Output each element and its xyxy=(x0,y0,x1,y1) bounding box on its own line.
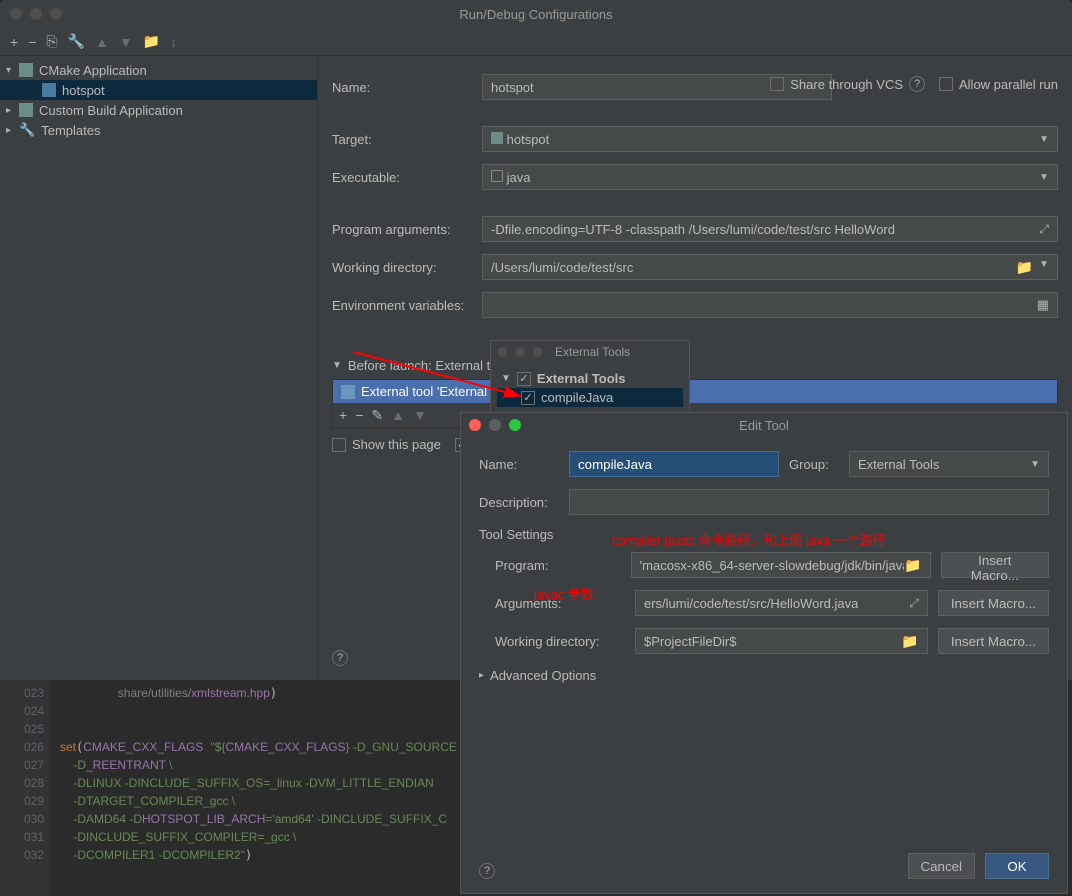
edit-program-input[interactable]: 'macosx-x86_64-server-slowdebug/jdk/bin/… xyxy=(631,552,931,578)
edit-name-input[interactable] xyxy=(569,451,779,477)
chevron-down-icon[interactable]: ▼ xyxy=(1039,259,1049,276)
edit-titlebar: Edit Tool xyxy=(461,413,1067,437)
chevron-down-icon: ▼ xyxy=(1030,459,1040,470)
dialog-title: Run/Debug Configurations xyxy=(0,7,1072,22)
edit-args-input[interactable]: ers/lumi/code/test/src/HelloWord.java ⤢ xyxy=(635,590,928,616)
share-vcs-checkbox[interactable]: Share through VCS ? xyxy=(770,76,925,92)
add-icon[interactable]: + xyxy=(339,407,347,424)
edit-group-select[interactable]: External Tools ▼ xyxy=(849,451,1049,477)
help-icon[interactable]: ? xyxy=(479,863,495,879)
wrench-icon[interactable]: 🔧 xyxy=(68,33,85,50)
popup-title: External Tools xyxy=(555,345,630,359)
maximize-icon[interactable] xyxy=(533,347,543,357)
cmake-icon xyxy=(42,83,56,97)
edit-desc-input[interactable] xyxy=(569,489,1049,515)
help-icon[interactable]: ? xyxy=(332,650,348,666)
annotation-text: complier javac 命令路径，和上图 java 一个路径 xyxy=(612,530,886,549)
edit-desc-label: Description: xyxy=(479,495,559,510)
up-icon[interactable]: ▲ xyxy=(391,407,405,424)
annotation-text: javac 参数 xyxy=(534,584,594,603)
folder-icon[interactable]: 📁 xyxy=(901,633,918,650)
advanced-options[interactable]: ▸ Advanced Options xyxy=(479,668,1049,683)
edit-tool-dialog: Edit Tool Name: Group: External Tools ▼ … xyxy=(460,412,1068,894)
tree-cmake-application[interactable]: CMake Application xyxy=(0,60,317,80)
edit-workdir-label: Working directory: xyxy=(495,634,625,649)
sort-icon[interactable]: ↕ xyxy=(170,34,177,50)
tree-label: Templates xyxy=(41,123,100,138)
line-gutter: 023024025026027028029030031032 xyxy=(0,680,50,896)
exe-icon xyxy=(491,170,503,182)
add-icon[interactable]: + xyxy=(10,34,18,50)
config-tree: CMake Application hotspot Custom Build A… xyxy=(0,56,318,680)
name-label: Name: xyxy=(332,80,482,95)
working-dir-label: Working directory: xyxy=(332,260,482,275)
tree-templates[interactable]: 🔧 Templates xyxy=(0,120,317,140)
working-dir-input[interactable]: /Users/lumi/code/test/src 📁▼ xyxy=(482,254,1058,280)
chevron-down-icon: ▼ xyxy=(332,360,342,371)
down-icon[interactable]: ▼ xyxy=(413,407,427,424)
target-label: Target: xyxy=(332,132,482,147)
config-toolbar: + − ⎘ 🔧 ▲ ▼ 📁 ↕ xyxy=(0,28,1072,56)
edit-workdir-input[interactable]: $ProjectFileDir$ 📁 xyxy=(635,628,928,654)
down-icon[interactable]: ▼ xyxy=(119,34,133,50)
chevron-down-icon: ▼ xyxy=(1039,172,1049,183)
program-args-input[interactable]: -Dfile.encoding=UTF-8 -classpath /Users/… xyxy=(482,216,1058,242)
target-select[interactable]: hotspot ▼ xyxy=(482,126,1058,152)
cancel-button[interactable]: Cancel xyxy=(908,853,976,879)
edit-name-label: Name: xyxy=(479,457,559,472)
wrench-icon: 🔧 xyxy=(19,122,35,138)
remove-icon[interactable]: − xyxy=(355,407,363,424)
folder-icon[interactable]: 📁 xyxy=(143,33,160,50)
folder-icon[interactable]: 📁 xyxy=(1016,259,1033,276)
executable-label: Executable: xyxy=(332,170,482,185)
edit-program-label: Program: xyxy=(495,558,621,573)
insert-macro-button[interactable]: Insert Macro... xyxy=(941,552,1049,578)
tree-label: CMake Application xyxy=(39,63,147,78)
ok-button[interactable]: OK xyxy=(985,853,1049,879)
list-icon[interactable]: ▦ xyxy=(1037,297,1049,313)
target-icon xyxy=(491,132,503,144)
chevron-right-icon: ▸ xyxy=(479,670,484,681)
tree-label: Custom Build Application xyxy=(39,103,183,118)
allow-parallel-checkbox[interactable]: Allow parallel run xyxy=(939,77,1058,92)
insert-macro-button[interactable]: Insert Macro... xyxy=(938,628,1049,654)
tree-hotspot[interactable]: hotspot xyxy=(0,80,317,100)
edit-icon[interactable]: ✎ xyxy=(371,407,383,424)
cmake-icon xyxy=(19,103,33,117)
env-vars-label: Environment variables: xyxy=(332,298,482,313)
up-icon[interactable]: ▲ xyxy=(95,34,109,50)
copy-icon[interactable]: ⎘ xyxy=(46,33,57,50)
edit-group-label: Group: xyxy=(789,457,839,472)
remove-icon[interactable]: − xyxy=(28,34,36,50)
folder-icon[interactable]: 📁 xyxy=(904,557,921,574)
help-icon[interactable]: ? xyxy=(909,76,925,92)
edit-dialog-title: Edit Tool xyxy=(461,418,1067,433)
executable-select[interactable]: java ▼ xyxy=(482,164,1058,190)
tree-label: hotspot xyxy=(62,83,105,98)
show-page-checkbox[interactable]: Show this page xyxy=(332,437,441,452)
cmake-icon xyxy=(19,63,33,77)
insert-macro-button[interactable]: Insert Macro... xyxy=(938,590,1049,616)
expand-icon[interactable]: ⤢ xyxy=(909,596,919,611)
tree-custom-build[interactable]: Custom Build Application xyxy=(0,100,317,120)
chevron-down-icon: ▼ xyxy=(1039,134,1049,145)
env-vars-input[interactable]: ▦ xyxy=(482,292,1058,318)
program-args-label: Program arguments: xyxy=(332,222,482,237)
expand-icon[interactable]: ⤢ xyxy=(1039,222,1049,237)
annotation-arrow xyxy=(350,348,530,404)
titlebar: Run/Debug Configurations xyxy=(0,0,1072,28)
